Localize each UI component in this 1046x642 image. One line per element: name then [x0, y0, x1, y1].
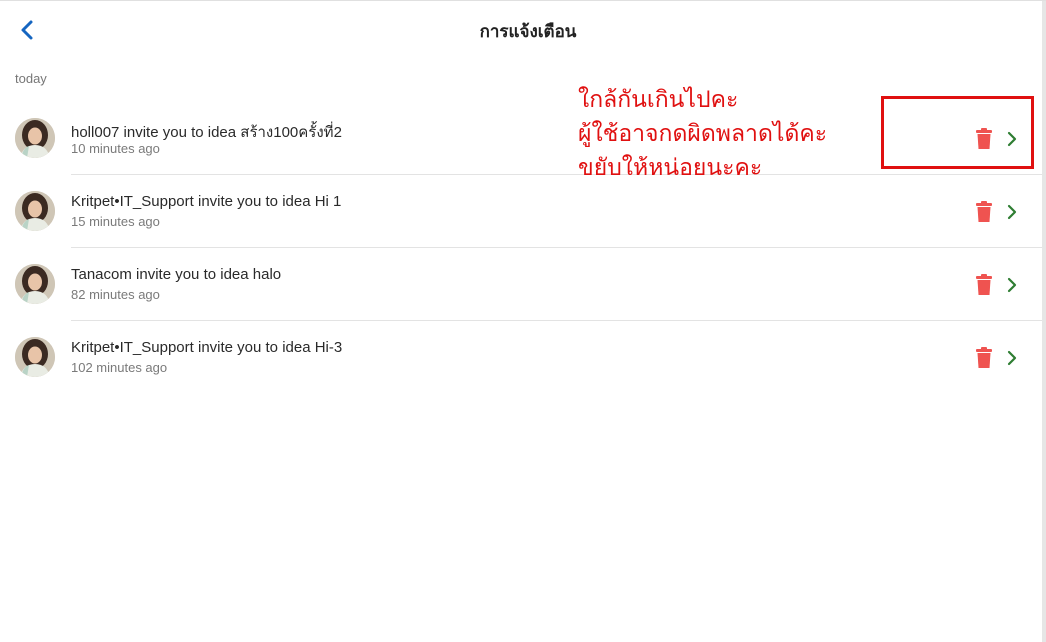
chevron-right-icon [1007, 204, 1017, 220]
delete-button[interactable] [974, 201, 994, 223]
notification-time: 102 minutes ago [71, 360, 168, 375]
open-button[interactable] [1004, 276, 1020, 294]
open-button[interactable] [1004, 349, 1020, 367]
trash-icon [976, 347, 992, 368]
trash-icon [976, 274, 992, 295]
review-annotation: ใกล้กันเกินไปคะ ผู้ใช้อาจกดผิดพลาดได้คะ … [578, 83, 827, 185]
notification-time: 15 minutes ago [71, 214, 160, 229]
notification-text: Kritpet•IT_Support invite you to idea Hi… [71, 193, 342, 210]
trash-icon [976, 201, 992, 222]
annotation-line: ใกล้กันเกินไปคะ [578, 87, 739, 113]
delete-button[interactable] [974, 347, 994, 369]
chevron-right-icon [1007, 277, 1017, 293]
annotation-highlight-box [881, 96, 1034, 169]
header: การแจ้งเตือน [0, 1, 1042, 59]
annotation-line: ผู้ใช้อาจกดผิดพลาดได้คะ [578, 121, 828, 147]
avatar [15, 264, 55, 304]
notification-time: 10 minutes ago [71, 141, 160, 156]
notifications-page: การแจ้งเตือน today holl007 invite you to… [0, 0, 1046, 642]
notification-time: 82 minutes ago [71, 287, 160, 302]
open-button[interactable] [1004, 203, 1020, 221]
section-label-today: today [15, 71, 47, 86]
page-title: การแจ้งเตือน [479, 22, 577, 41]
notification-text: Kritpet•IT_Support invite you to idea Hi… [71, 339, 343, 356]
delete-button[interactable] [974, 274, 994, 296]
notification-text: Tanacom invite you to idea halo [71, 266, 282, 283]
notification-item[interactable]: Kritpet•IT_Support invite you to idea Hi… [0, 321, 1042, 394]
notification-item[interactable]: Tanacom invite you to idea halo 82 minut… [0, 248, 1042, 321]
avatar [15, 337, 55, 377]
chevron-right-icon [1007, 350, 1017, 366]
annotation-line: ขยับให้หน่อยนะคะ [578, 155, 763, 181]
scrollbar-track [1042, 1, 1046, 642]
avatar [15, 118, 55, 158]
avatar [15, 191, 55, 231]
notification-item[interactable]: Kritpet•IT_Support invite you to idea Hi… [0, 175, 1042, 248]
